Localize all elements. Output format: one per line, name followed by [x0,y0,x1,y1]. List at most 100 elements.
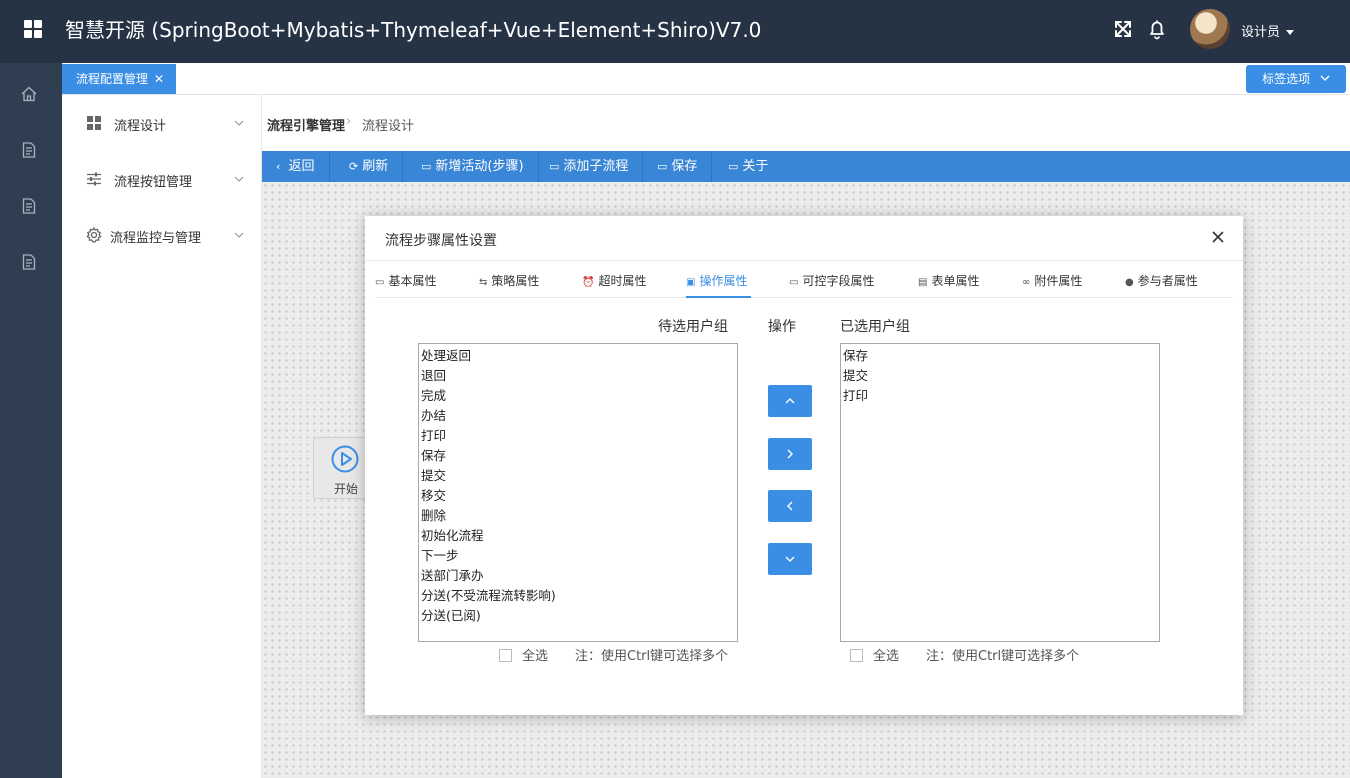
avatar[interactable] [1190,9,1230,49]
list-item[interactable]: 打印 [843,386,1157,406]
list-item[interactable]: 打印 [421,426,735,446]
select-all-selected[interactable]: 全选 [850,645,899,664]
chevron-down-icon [1286,30,1295,35]
move-down-button[interactable] [768,543,812,575]
move-left-button[interactable] [768,490,812,522]
list-item[interactable]: 保存 [843,346,1157,366]
tab-attachment[interactable]: ∞ 附件属性 [1022,272,1082,289]
chevron-down-icon [785,556,795,562]
breadcrumb-parent[interactable]: 流程引擎管理 [267,115,345,134]
list-item[interactable]: 保存 [421,446,735,466]
sliders-icon [87,172,101,186]
save-icon: ▭ [657,160,668,173]
start-node-label: 开始 [334,482,359,496]
sidebar-item-button-management[interactable]: 流程按钮管理 [84,168,244,192]
back-button[interactable]: ‹ 返回 [262,151,330,182]
tab-label: 附件属性 [1034,274,1083,288]
refresh-label: 刷新 [362,159,389,174]
list-item[interactable]: 退回 [421,366,735,386]
sidebar-item-label: 流程设计 [114,119,167,134]
about-label: 关于 [742,159,769,174]
app-title: 智慧开源 (SpringBoot+Mybatis+Thymeleaf+Vue+E… [65,18,762,42]
list-item[interactable]: 分送(已阅) [421,606,735,626]
tab-strip: 流程配置管理 ✕ 标签选项 [62,63,1350,95]
tab-form[interactable]: ▤ 表单属性 [918,272,979,289]
form-icon: ▤ [918,277,928,288]
sidebar-item-label: 流程按钮管理 [114,175,193,190]
active-tab-indicator [686,296,751,298]
tab-label: 操作属性 [699,274,748,288]
chevron-left-icon [787,501,793,511]
add-subflow-label: 添加子流程 [563,159,629,174]
list-item[interactable]: 送部门承办 [421,566,735,586]
list-item[interactable]: 提交 [421,466,735,486]
home-icon[interactable] [20,85,38,103]
apps-grid-icon[interactable] [24,20,42,38]
select-all-checkbox[interactable] [499,649,512,662]
tab-label: 策略属性 [491,274,540,288]
list-item[interactable]: 分送(不受流程流转影响) [421,586,735,606]
document-icon[interactable] [20,141,38,159]
select-all-available[interactable]: 全选 [499,645,548,664]
sidebar-item-monitor-management[interactable]: 流程监控与管理 [84,224,244,248]
folder-icon: ▭ [549,160,560,173]
sidebar-item-process-design[interactable]: 流程设计 [84,112,244,136]
paperclip-icon: ∞ [1022,277,1031,288]
sidebar-item-label: 流程监控与管理 [110,231,202,246]
list-item[interactable]: 移交 [421,486,735,506]
tab-controllable-fields[interactable]: ▭ 可控字段属性 [789,272,874,289]
tab-strategy[interactable]: ⇆ 策略属性 [479,272,539,289]
list-item[interactable]: 删除 [421,506,735,526]
tab-basic[interactable]: ▭ 基本属性 [375,272,436,289]
document-icon[interactable] [20,197,38,215]
bell-icon[interactable] [1146,18,1168,40]
tab-timeout[interactable]: ⏰ 超时属性 [582,272,646,289]
tab-workflow-config[interactable]: 流程配置管理 ✕ [62,64,177,94]
selected-groups-list[interactable]: 保存 提交 打印 [840,343,1160,642]
list-item[interactable]: 初始化流程 [421,526,735,546]
move-up-button[interactable] [768,385,812,417]
tab-participant[interactable]: ● 参与者属性 [1125,272,1198,289]
add-activity-button[interactable]: ▭ 新增活动(步骤) [407,151,539,182]
list-item[interactable]: 下一步 [421,546,735,566]
dialog-divider [365,260,1243,261]
list-item[interactable]: 提交 [843,366,1157,386]
top-header: 智慧开源 (SpringBoot+Mybatis+Thymeleaf+Vue+E… [0,0,1350,63]
left-rail [0,63,62,778]
multi-select-note: 注：使用Ctrl键可选择多个 [926,649,1080,664]
tab-options-button[interactable]: 标签选项 [1246,65,1346,93]
user-menu[interactable]: 设计员 [1241,21,1295,40]
close-icon[interactable] [1211,230,1225,244]
strategy-icon: ⇆ [479,277,488,288]
selected-groups-heading: 已选用户组 [840,319,910,335]
dialog-tabs: ▭ 基本属性 ⇆ 策略属性 ⏰ 超时属性 ▣ 操作属性 ▭ 可控字段属性 ▤ 表单属性 ∞ 附… [375,262,1233,298]
close-icon[interactable]: ✕ [154,72,164,86]
dialog-title: 流程步骤属性设置 [385,233,497,249]
fullscreen-icon[interactable] [1112,18,1134,40]
save-button[interactable]: ▭ 保存 [643,151,713,182]
monitor-icon: ▭ [375,277,385,288]
refresh-button[interactable]: ⟳ 刷新 [335,151,404,182]
tab-label: 流程配置管理 [76,72,149,86]
sidebar: 流程设计 流程按钮管理 流程监控与管理 [62,95,262,778]
add-subflow-button[interactable]: ▭ 添加子流程 [535,151,644,182]
save-label: 保存 [671,159,698,174]
play-icon [331,445,359,473]
tab-label: 可控字段属性 [802,274,875,288]
tab-operation[interactable]: ▣ 操作属性 [686,272,747,289]
document-icon[interactable] [20,253,38,271]
move-right-button[interactable] [768,438,812,470]
list-item[interactable]: 完成 [421,386,735,406]
select-all-checkbox[interactable] [850,649,863,662]
list-item[interactable]: 办结 [421,406,735,426]
tab-label: 参与者属性 [1137,274,1198,288]
breadcrumb-separator: › [346,114,352,129]
available-groups-list[interactable]: 处理返回 退回 完成 办结 打印 保存 提交 移交 删除 初始化流程 下一步 送部门承办 分送(不受流程… [418,343,738,642]
toolbar: ‹ 返回 ⟳ 刷新 ▭ 新增活动(步骤) ▭ 添加子流程 ▭ 保存 ▭ 关于 [262,151,1350,182]
available-groups-heading: 待选用户组 [658,319,728,335]
chevron-down-icon [1320,75,1330,81]
list-item[interactable]: 处理返回 [421,346,735,366]
add-activity-label: 新增活动(步骤) [435,159,524,174]
about-button[interactable]: ▭ 关于 [714,151,782,182]
select-all-label: 全选 [522,649,549,664]
